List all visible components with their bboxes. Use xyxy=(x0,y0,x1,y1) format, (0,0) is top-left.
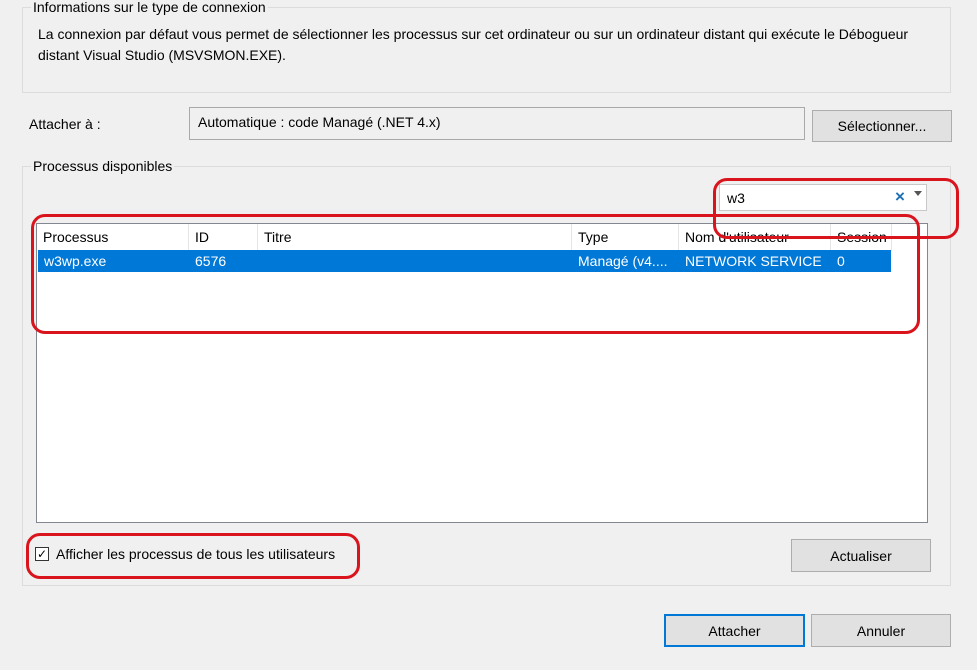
show-all-users-label[interactable]: Afficher les processus de tous les utili… xyxy=(56,546,335,562)
filter-dropdown-chevron-icon[interactable] xyxy=(914,191,922,196)
refresh-button[interactable]: Actualiser xyxy=(791,539,931,572)
select-code-type-button[interactable]: Sélectionner... xyxy=(812,110,952,142)
process-table[interactable]: Processus ID Titre Type Nom d'utilisateu… xyxy=(36,223,928,523)
attach-to-label: Attacher à : xyxy=(29,116,101,132)
attach-button[interactable]: Attacher xyxy=(664,614,805,647)
process-table-header: Processus ID Titre Type Nom d'utilisateu… xyxy=(37,224,892,251)
cell-type: Managé (v4.... xyxy=(578,253,668,269)
connection-info-legend: Informations sur le type de connexion xyxy=(31,0,268,15)
available-processes-legend: Processus disponibles xyxy=(31,158,175,174)
show-all-users-option[interactable]: ✓ Afficher les processus de tous les uti… xyxy=(35,546,335,562)
column-header-session[interactable]: Session xyxy=(831,224,892,251)
process-filter-input[interactable]: w3 × xyxy=(719,184,927,211)
show-all-users-checkbox[interactable]: ✓ xyxy=(35,547,49,561)
column-header-titre[interactable]: Titre xyxy=(258,224,572,251)
column-header-type[interactable]: Type xyxy=(572,224,679,251)
cell-id: 6576 xyxy=(195,253,227,269)
table-row[interactable]: w3wp.exe 6576 Managé (v4.... NETWORK SER… xyxy=(38,250,891,272)
connection-info-description: La connexion par défaut vous permet de s… xyxy=(38,26,909,63)
cell-process: w3wp.exe xyxy=(44,253,107,269)
column-header-processus[interactable]: Processus xyxy=(37,224,189,251)
attach-to-field: Automatique : code Managé (.NET 4.x) xyxy=(189,107,805,140)
column-header-user[interactable]: Nom d'utilisateur xyxy=(679,224,831,251)
cell-session: 0 xyxy=(837,253,845,269)
column-header-id[interactable]: ID xyxy=(189,224,258,251)
process-filter-value: w3 xyxy=(727,190,745,206)
cell-user: NETWORK SERVICE xyxy=(685,253,822,269)
cell-title xyxy=(258,250,572,272)
clear-filter-icon[interactable]: × xyxy=(895,187,905,207)
connection-info-group: Informations sur le type de connexion La… xyxy=(22,0,951,93)
cancel-button[interactable]: Annuler xyxy=(811,614,951,647)
